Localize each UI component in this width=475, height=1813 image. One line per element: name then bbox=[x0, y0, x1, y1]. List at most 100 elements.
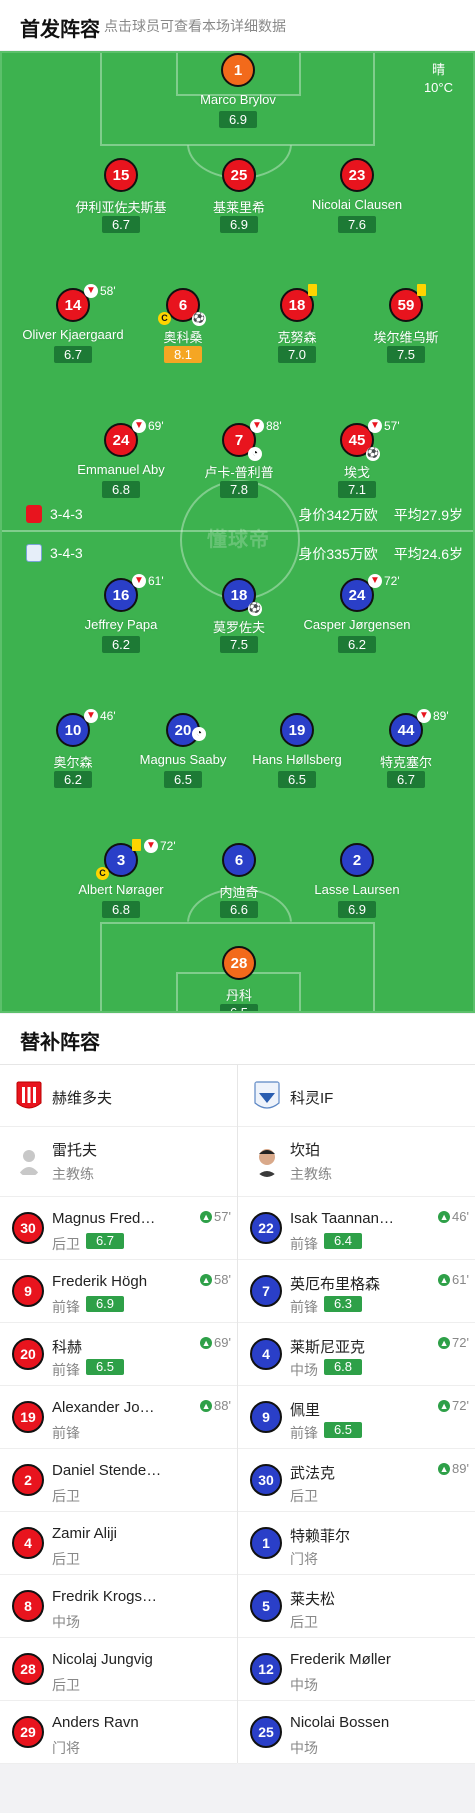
sub-player-name: Alexander Jo… bbox=[52, 1399, 155, 1416]
sub-player-row[interactable]: 2 Daniel Stende… 后卫 bbox=[0, 1449, 237, 1512]
sub-player-number: 12 bbox=[250, 1653, 282, 1685]
player-name: 特克塞尔 bbox=[379, 755, 432, 770]
sub-player-row[interactable]: 9 佩里 前锋 6.5 ▲ 72' bbox=[238, 1386, 475, 1449]
sub-player-number: 22 bbox=[250, 1212, 282, 1244]
sub-out-icon: ▼ bbox=[417, 709, 431, 723]
sub-player-position: 后卫 bbox=[290, 1488, 318, 1504]
sub-player-name: 特赖菲尔 bbox=[290, 1528, 351, 1545]
away-player[interactable]: 24 ▼ 72' Casper Jørgensen 6.2 bbox=[292, 574, 422, 668]
away-coach-row[interactable]: 坎珀 主教练 bbox=[238, 1127, 475, 1197]
weather-condition: 晴 bbox=[431, 62, 445, 77]
sub-player-number: 25 bbox=[250, 1716, 282, 1748]
sub-player-position: 后卫 bbox=[52, 1488, 80, 1504]
player-rating: 7.0 bbox=[278, 346, 316, 363]
sub-player-name: 佩里 bbox=[290, 1402, 321, 1419]
player-rating: 7.8 bbox=[220, 481, 258, 498]
sub-in-time: ▲ 72' bbox=[438, 1398, 469, 1413]
assist-icon: ◔ bbox=[248, 447, 262, 461]
sub-player-number: 5 bbox=[250, 1590, 282, 1622]
sub-in-icon: ▲ bbox=[438, 1336, 451, 1349]
sub-player-name: 莱斯尼亚克 bbox=[290, 1339, 366, 1356]
home-player[interactable]: 59 埃尔维乌斯 7.5 bbox=[341, 284, 471, 378]
sub-in-minute: 88' bbox=[214, 1398, 231, 1413]
sub-in-icon: ▲ bbox=[438, 1210, 451, 1223]
home-formation-label: 3-4-3 bbox=[50, 506, 83, 522]
coach-name: 坎珀 bbox=[290, 1142, 321, 1159]
coach-role: 主教练 bbox=[52, 1166, 94, 1182]
sub-player-row[interactable]: 19 Alexander Jo… 前锋 ▲ 88' bbox=[0, 1386, 237, 1449]
sub-player-name: Anders Ravn bbox=[52, 1714, 139, 1731]
player-rating: 8.1 bbox=[164, 346, 202, 363]
sub-player-row[interactable]: 1 特赖菲尔 门将 bbox=[238, 1512, 475, 1575]
sub-player-row[interactable]: 20 科赫 前锋 6.5 ▲ 69' bbox=[0, 1323, 237, 1386]
sub-player-number: 4 bbox=[250, 1338, 282, 1370]
sub-time: 72' bbox=[384, 574, 400, 588]
sub-player-position: 前锋 bbox=[52, 1425, 80, 1441]
player-name: Lasse Laursen bbox=[314, 882, 400, 897]
sub-player-rating: 6.5 bbox=[324, 1422, 362, 1438]
sub-in-time: ▲ 89' bbox=[438, 1461, 469, 1476]
home-coach-row[interactable]: 雷托夫 主教练 bbox=[0, 1127, 237, 1197]
yellow-card-icon bbox=[308, 284, 317, 296]
sub-player-row[interactable]: 25 Nicolai Bossen 中场 bbox=[238, 1701, 475, 1764]
player-rating: 6.7 bbox=[102, 216, 140, 233]
sub-out-icon: ▼ bbox=[368, 419, 382, 433]
home-player[interactable]: 45 ▼ 57' ⚽ 埃戈 7.1 bbox=[292, 419, 422, 513]
sub-player-name: Frederik Högh bbox=[52, 1273, 148, 1290]
sub-player-position: 门将 bbox=[52, 1740, 80, 1756]
away-player[interactable]: 28 丹科 6.5 bbox=[174, 946, 304, 1011]
sub-player-number: 8 bbox=[12, 1590, 44, 1622]
sub-player-row[interactable]: 30 武法克 后卫 ▲ 89' bbox=[238, 1449, 475, 1512]
sub-out-icon: ▼ bbox=[144, 839, 158, 853]
sub-player-row[interactable]: 29 Anders Ravn 门将 bbox=[0, 1701, 237, 1764]
sub-out-icon: ▼ bbox=[84, 284, 98, 298]
away-player[interactable]: 2 Lasse Laursen 6.9 bbox=[292, 843, 422, 933]
sub-player-number: 30 bbox=[250, 1464, 282, 1496]
sub-time: 88' bbox=[266, 419, 282, 433]
home-team-logo-icon bbox=[16, 1081, 42, 1109]
away-team-row[interactable]: 科灵IF bbox=[238, 1065, 475, 1127]
player-number: 19 bbox=[280, 713, 314, 747]
sub-in-time: ▲ 58' bbox=[200, 1272, 231, 1287]
substitutes-title: 替补阵容 bbox=[20, 1032, 100, 1054]
home-team-row[interactable]: 赫维多夫 bbox=[0, 1065, 237, 1127]
player-rating: 6.9 bbox=[338, 901, 376, 918]
sub-player-row[interactable]: 4 莱斯尼亚克 中场 6.8 ▲ 72' bbox=[238, 1323, 475, 1386]
sub-player-number: 7 bbox=[250, 1275, 282, 1307]
weather-info: 晴 10°C bbox=[424, 61, 453, 97]
coach-avatar-icon bbox=[18, 1150, 40, 1175]
sub-in-time: ▲ 46' bbox=[438, 1209, 469, 1224]
sub-player-name: Fredrik Krogs… bbox=[52, 1588, 158, 1605]
player-number: 2 bbox=[340, 843, 374, 877]
sub-player-row[interactable]: 9 Frederik Högh 前锋 6.9 ▲ 58' bbox=[0, 1260, 237, 1323]
sub-player-name: Nicolaj Jungvig bbox=[52, 1651, 153, 1668]
away-player[interactable]: 44 ▼ 89' 特克塞尔 6.7 bbox=[341, 709, 471, 803]
sub-player-row[interactable]: 5 莱夫松 后卫 bbox=[238, 1575, 475, 1638]
sub-in-icon: ▲ bbox=[200, 1336, 213, 1349]
assist-icon: ◔ bbox=[192, 727, 206, 741]
home-player[interactable]: 1 Marco Brylov 6.9 bbox=[173, 53, 303, 143]
sub-in-icon: ▲ bbox=[438, 1399, 451, 1412]
sub-in-minute: 69' bbox=[214, 1335, 231, 1350]
away-formation: 3-4-3 bbox=[26, 544, 83, 562]
sub-in-icon: ▲ bbox=[200, 1210, 213, 1223]
player-number: 6 bbox=[222, 843, 256, 877]
away-team-value: 身价335万欧 平均24.6岁 bbox=[282, 544, 463, 564]
sub-out-icon: ▼ bbox=[132, 419, 146, 433]
home-team-value: 身价342万欧 平均27.9岁 bbox=[282, 505, 463, 525]
sub-player-row[interactable]: 30 Magnus Fred… 后卫 6.7 ▲ 57' bbox=[0, 1197, 237, 1260]
home-player[interactable]: 23 Nicolai Clausen 7.6 bbox=[292, 158, 422, 248]
sub-in-minute: 58' bbox=[214, 1272, 231, 1287]
sub-player-row[interactable]: 4 Zamir Aliji 后卫 bbox=[0, 1512, 237, 1575]
sub-time: 89' bbox=[433, 709, 449, 723]
sub-player-row[interactable]: 28 Nicolaj Jungvig 后卫 bbox=[0, 1638, 237, 1701]
sub-player-row[interactable]: 22 Isak Taannan… 前锋 6.4 ▲ 46' bbox=[238, 1197, 475, 1260]
sub-player-row[interactable]: 8 Fredrik Krogs… 中场 bbox=[0, 1575, 237, 1638]
sub-player-row[interactable]: 7 英厄布里格森 前锋 6.3 ▲ 61' bbox=[238, 1260, 475, 1323]
sub-in-icon: ▲ bbox=[438, 1273, 451, 1286]
player-rating: 6.9 bbox=[220, 216, 258, 233]
sub-out-icon: ▼ bbox=[84, 709, 98, 723]
sub-player-row[interactable]: 12 Frederik Møller 中场 bbox=[238, 1638, 475, 1701]
page-hint: 点击球员可查看本场详细数据 bbox=[104, 18, 286, 34]
sub-player-name: 科赫 bbox=[52, 1339, 83, 1356]
